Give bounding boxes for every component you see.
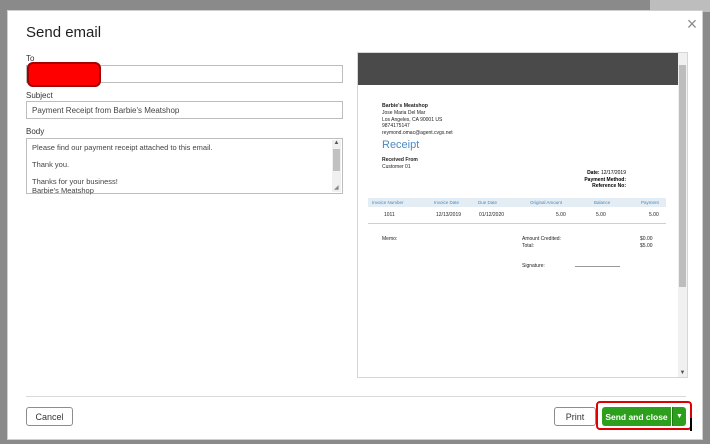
table-divider	[368, 223, 666, 224]
table-cell: 5.00	[649, 212, 659, 218]
table-cell: 12/13/2019	[436, 212, 462, 218]
column-header: Invoice Number	[372, 200, 404, 205]
resize-grip-icon[interactable]: ◢	[334, 185, 341, 192]
business-name: Barbie's Meatshop	[382, 103, 428, 109]
subject-input[interactable]: Payment Receipt from Barbie's Meatshop	[26, 101, 343, 119]
cancel-button[interactable]: Cancel	[26, 407, 73, 426]
total-label: Total:	[522, 242, 534, 249]
dialog-title: Send email	[26, 24, 102, 41]
send-options-chevron-down-icon[interactable]: ▼	[672, 407, 686, 426]
amount-credited-label: Amount Credited:	[522, 236, 561, 242]
table-cell: 5.00	[596, 212, 606, 218]
send-email-dialog: Send email × To Subject Payment Receipt …	[7, 10, 703, 440]
signature-line	[575, 266, 620, 267]
column-header: Original Amount	[530, 200, 563, 205]
document-title: Receipt	[382, 139, 420, 151]
preview-scrollbar[interactable]: ▼	[678, 53, 687, 377]
amount-credited-value: $0.00	[640, 236, 653, 242]
scroll-up-icon[interactable]: ▲	[332, 140, 341, 147]
scroll-down-icon[interactable]: ▼	[678, 369, 687, 377]
body-line: Thank you.	[32, 160, 70, 169]
send-and-close-button[interactable]: Send and close	[602, 407, 671, 426]
table-cell: 01/12/2020	[479, 212, 505, 218]
table-cell: 5.00	[556, 212, 566, 218]
totals-labels: Amount Credited: Total:	[522, 236, 561, 249]
payment-meta: Date: 12/17/2019 Payment Method: Referen…	[558, 170, 626, 190]
reference-label: Reference No:	[592, 183, 626, 189]
customer-name: Customer 01	[382, 163, 411, 170]
redacted-recipient	[27, 62, 101, 87]
preview-toolbar	[358, 53, 687, 85]
signature-label: Signature:	[522, 263, 545, 269]
memo-label: Memo:	[382, 236, 398, 242]
footer-divider	[26, 396, 686, 397]
text-cursor-icon	[690, 418, 692, 431]
receipt-preview: ▼ Barbie's Meatshop Jose Maria Del Mar L…	[357, 52, 688, 378]
table-header: Invoice Number Invoice Date Due Date Ori…	[368, 198, 666, 207]
receipt-document: Barbie's Meatshop Jose Maria Del Mar Los…	[382, 103, 670, 170]
date-value: 12/17/2019	[600, 170, 626, 176]
table-row: 1011 12/13/2019 01/12/2020 5.00 5.00 5.0…	[368, 210, 666, 219]
payment-method-label: Payment Method:	[584, 176, 626, 183]
body-line: Please find our payment receipt attached…	[32, 143, 213, 152]
column-header: Payment	[641, 200, 659, 205]
date-label: Date:	[587, 170, 600, 176]
table-cell: 1011	[384, 212, 395, 218]
body-line: Barbie's Meatshop	[32, 186, 94, 195]
send-highlight: Send and close ▼	[596, 401, 692, 430]
print-button[interactable]: Print	[554, 407, 596, 426]
subject-label: Subject	[26, 91, 53, 100]
address-line: reymond.omac@agent.cvgs.net	[382, 129, 453, 136]
body-label: Body	[26, 127, 45, 136]
body-textarea[interactable]: Please find our payment receipt attached…	[26, 138, 343, 195]
scrollbar-thumb[interactable]	[679, 65, 686, 287]
total-value: $5.00	[640, 242, 653, 249]
close-icon[interactable]: ×	[683, 15, 701, 33]
totals-values: $0.00 $5.00	[640, 236, 653, 249]
column-header: Invoice Date	[434, 200, 460, 205]
column-header: Balance	[594, 200, 611, 205]
column-header: Due Date	[478, 200, 498, 205]
body-line: Thanks for your business!	[32, 177, 118, 186]
scrollbar-thumb[interactable]	[333, 149, 340, 171]
